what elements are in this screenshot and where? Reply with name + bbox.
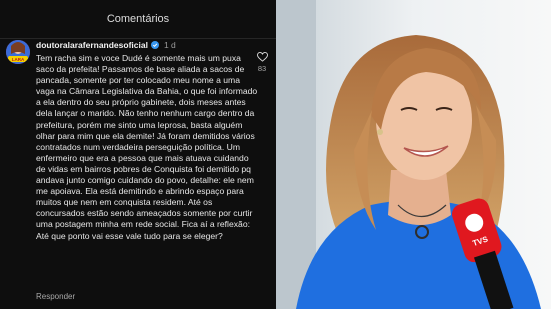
comments-panel: Comentários LARA doutoralarafernandesofi… <box>0 0 276 309</box>
screenshot-root: Comentários LARA doutoralarafernandesofi… <box>0 0 551 309</box>
comments-title: Comentários <box>106 13 170 25</box>
like-count: 83 <box>257 64 267 73</box>
interview-photo: TVS <box>276 0 551 309</box>
comment-time: 1 d <box>163 40 176 50</box>
comment-text: Tem racha sim e voce Dudé é somente mais… <box>36 53 258 241</box>
comments-header: Comentários <box>0 0 276 39</box>
like-button[interactable]: 83 <box>254 52 270 73</box>
verified-badge-icon <box>150 41 159 49</box>
reply-button[interactable]: Responder <box>36 292 75 301</box>
comment-meta: doutoralarafernandesoficial 1 d <box>36 40 176 50</box>
avatar-badge-text: LARA <box>12 57 25 62</box>
heart-icon[interactable] <box>256 52 268 62</box>
avatar[interactable]: LARA <box>6 40 30 64</box>
comment-username[interactable]: doutoralarafernandesoficial <box>36 40 148 50</box>
